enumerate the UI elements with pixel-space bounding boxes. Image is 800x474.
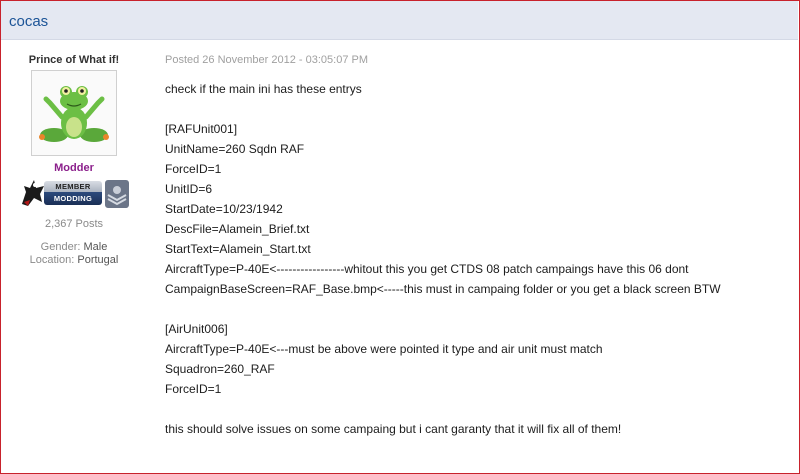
- post-line: [165, 399, 785, 419]
- post-header: cocas: [1, 1, 798, 40]
- location-value: Portugal: [77, 254, 119, 266]
- frog-avatar-icon[interactable]: [31, 70, 117, 156]
- member-badge-top: MEMBER: [44, 181, 102, 192]
- post-line: check if the main ini has these entrys: [165, 82, 362, 96]
- post-line: [AirUnit006]: [165, 322, 228, 336]
- post-line: [RAFUnit001]: [165, 122, 238, 136]
- post-line: [165, 99, 785, 119]
- post-line: UnitName=260 Sqdn RAF: [165, 142, 305, 156]
- post-line: ForceID=1: [165, 382, 222, 396]
- post-date: Posted 26 November 2012 - 03:05:07 PM: [165, 54, 369, 66]
- post-line: ForceID=1: [165, 162, 222, 176]
- gender-value: Male: [83, 241, 108, 253]
- member-badge: MEMBER MODDING: [44, 181, 102, 205]
- gender-field: Gender: Male: [14, 241, 134, 253]
- post-line: StartDate=10/23/1942: [165, 202, 283, 216]
- post-count: 2,367 Posts: [44, 218, 104, 230]
- rank-insignia-icon: [105, 180, 129, 208]
- post-line: [165, 299, 785, 319]
- post-line: StartText=Alamein_Start.txt: [165, 242, 311, 256]
- badge-row: MEMBER MODDING: [14, 178, 134, 210]
- author-sidebar: Prince of What if! Modder MEMBER MODDING…: [14, 54, 134, 266]
- user-title: Prince of What if!: [28, 54, 120, 66]
- post-line: CampaignBaseScreen=RAF_Base.bmp<-----thi…: [165, 282, 721, 296]
- member-group: Modder: [54, 162, 94, 174]
- location-field: Location: Portugal: [14, 254, 134, 266]
- author-name-link[interactable]: cocas: [9, 13, 48, 30]
- post-line: UnitID=6: [165, 182, 213, 196]
- gender-label: Gender:: [40, 241, 81, 253]
- location-label: Location:: [29, 254, 75, 266]
- post-line: DescFile=Alamein_Brief.txt: [165, 222, 310, 236]
- post-line: this should solve issues on some campain…: [165, 422, 622, 436]
- post-line: Squadron=260_RAF: [165, 362, 275, 376]
- member-badge-bottom: MODDING: [44, 192, 102, 205]
- post-body: check if the main ini has these entrys […: [165, 79, 785, 439]
- post-line: AircraftType=P-40E<-----------------whit…: [165, 262, 689, 276]
- eagle-icon: [22, 180, 44, 206]
- post-line: AircraftType=P-40E<---must be above were…: [165, 342, 603, 356]
